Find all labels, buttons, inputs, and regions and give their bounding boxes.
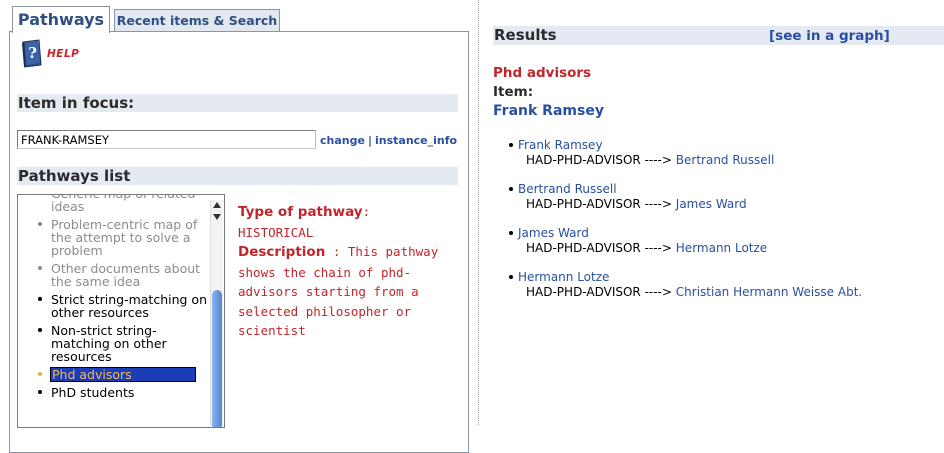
tab-recent-items-search[interactable]: Recent items & Search [114,9,280,31]
item-in-focus-input[interactable] [17,130,316,149]
scrollbar-thumb[interactable] [212,290,222,427]
bullet-icon [38,194,42,195]
pathway-item-label: Non-strict string-matching on other reso… [51,323,167,364]
bullet-icon [38,297,42,301]
pathway-item-phd-advisors[interactable]: Phd advisors [18,367,211,382]
pathway-info: Type of pathway: HISTORICAL Description … [238,202,448,341]
focus-links: change | instance_info [320,134,457,147]
pathway-type-label: Type of pathway [238,204,363,220]
pathway-item-label: Generic map of related ideas [51,195,195,214]
pathway-item-label: Problem-centric map of the attempt to so… [51,217,198,258]
result-relation: HAD-PHD-ADVISOR ----> Bertrand Russell [526,153,774,168]
item-in-focus-heading: Item in focus: [17,94,458,112]
help-label: HELP [47,48,80,60]
tab-pathways[interactable]: Pathways [12,6,110,33]
pathway-item-label: Strict string-matching on other resource… [51,292,207,320]
result-subject-link[interactable]: Hermann Lotze [518,270,609,285]
result-subject-link[interactable]: James Ward [518,226,589,241]
bullet-icon [38,372,42,376]
pathway-item-label: Other documents about the same idea [51,261,201,289]
result-subject-link[interactable]: Frank Ramsey [518,138,603,153]
pathway-description: Description : This pathway shows the cha… [238,244,439,338]
result-relation: HAD-PHD-ADVISOR ----> Hermann Lotze [526,241,767,256]
scroll-down-arrow-icon[interactable] [213,214,221,220]
results-header: Results [see in a graph] [493,26,944,45]
link-separator: | [367,134,372,147]
pathway-item-phd-students[interactable]: PhD students [18,386,211,399]
results-heading: Results [494,26,557,44]
relation-label: HAD-PHD-ADVISOR ----> [526,153,672,167]
help-book-icon: ? [22,39,42,68]
pathway-item-problem-centric-map[interactable]: Problem-centric map of the attempt to so… [18,218,211,257]
result-object-link[interactable]: James Ward [676,197,747,211]
bullet-icon [509,143,513,147]
pathway-item-other-documents[interactable]: Other documents about the same idea [18,262,211,288]
results-pathway-title: Phd advisors [493,65,592,81]
result-relation: HAD-PHD-ADVISOR ----> James Ward [526,197,747,212]
pathway-item-strict-matching[interactable]: Strict string-matching on other resource… [18,293,211,319]
result-relation: HAD-PHD-ADVISOR ----> Christian Hermann … [526,285,862,300]
bullet-icon [38,390,42,394]
pathway-type: Type of pathway: [238,204,371,220]
pathway-description-label: Description [238,244,326,260]
svg-text:?: ? [28,44,37,62]
pathways-listbox[interactable]: Generic map of related ideas Problem-cen… [17,194,225,428]
bullet-icon [509,187,513,191]
pathway-item-non-strict-matching[interactable]: Non-strict string-matching on other reso… [18,324,211,363]
pathways-scrollbar[interactable] [210,200,223,427]
pane-divider[interactable] [478,0,479,425]
pathway-item-label: Phd advisors [50,367,196,382]
pathway-type-value: HISTORICAL [238,224,314,240]
pathways-pane: Pathways Recent items & Search ? HELP It… [0,0,470,453]
help-button[interactable]: ? HELP [19,38,79,70]
bullet-icon [38,266,42,270]
results-item-label: Item: [493,84,534,100]
pathways-list: Generic map of related ideas Problem-cen… [18,194,211,404]
pathways-list-heading: Pathways list [17,167,458,185]
relation-label: HAD-PHD-ADVISOR ----> [526,241,672,255]
bullet-icon [509,231,513,235]
bullet-icon [509,275,513,279]
instance-info-link[interactable]: instance_info [375,134,457,147]
pathway-item-label: PhD students [51,385,135,400]
bullet-icon [38,222,42,226]
result-object-link[interactable]: Hermann Lotze [676,241,767,255]
relation-label: HAD-PHD-ADVISOR ----> [526,285,672,299]
result-object-link[interactable]: Bertrand Russell [676,153,775,167]
result-subject-link[interactable]: Bertrand Russell [518,182,617,197]
relation-label: HAD-PHD-ADVISOR ----> [526,197,672,211]
result-object-link[interactable]: Christian Hermann Weisse Abt. [676,285,862,299]
bullet-icon [38,328,42,332]
scroll-up-arrow-icon[interactable] [213,202,221,208]
change-link[interactable]: change [320,134,365,147]
results-item-link[interactable]: Frank Ramsey [493,103,604,119]
see-in-graph-link[interactable]: [see in a graph] [769,27,890,46]
pathway-item-generic-map[interactable]: Generic map of related ideas [18,194,211,214]
